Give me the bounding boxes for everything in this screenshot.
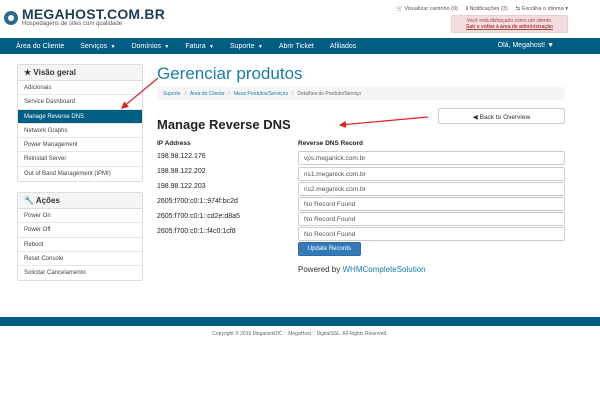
nav-item-domains[interactable]: Domínios ▼ <box>131 43 169 50</box>
notifications-link[interactable]: ℹ Notificações (3) <box>466 6 508 12</box>
action-request-cancellation[interactable]: Solicitar Cancelamento <box>18 266 142 280</box>
reverse-dns-input[interactable]: No Record Found <box>298 227 565 241</box>
breadcrumb: Suporte / Área do Cliente / Meus Produtos/Se… <box>157 87 565 100</box>
ip-address: 198.98.122.176 <box>157 153 206 160</box>
chevron-down-icon: ▼ <box>545 42 554 49</box>
sidebar-item-network-graphs[interactable]: Network Graphs <box>18 124 142 139</box>
sidebar-item-reinstall-server[interactable]: Reinstall Server <box>18 152 142 167</box>
nav-item-open-ticket[interactable]: Abrir Ticket <box>279 43 314 50</box>
action-power-on[interactable]: Power On <box>18 209 142 224</box>
reverse-dns-input[interactable]: No Record Found <box>298 212 565 226</box>
main-navbar: Área do Cliente Serviços ▼ Domínios ▼ Fa… <box>0 38 600 54</box>
overview-panel: ★ Visão geral Adicionais Service Dashboa… <box>17 64 143 183</box>
reverse-dns-input[interactable]: vps.meganick.com.br <box>298 151 565 165</box>
logo-icon <box>4 11 18 25</box>
chevron-down-icon: ▼ <box>109 43 116 50</box>
user-menu[interactable]: Olá, Megahost! ▼ <box>498 42 554 49</box>
logo-subtitle: Hospedagens de sites com qualidade <box>22 21 123 27</box>
ip-address: 198.98.122.203 <box>157 183 206 190</box>
page-title: Gerenciar produtos <box>157 64 303 83</box>
section-title: Manage Reverse DNS <box>157 117 291 132</box>
chevron-down-icon: ▼ <box>207 43 214 50</box>
nav-item-billing[interactable]: Fatura ▼ <box>185 43 214 50</box>
top-links: 🛒 Visualizar carrinho (0) ℹ Notificações… <box>396 6 568 12</box>
language-icon: ⇆ <box>515 6 521 12</box>
logo[interactable]: MEGAHOST.COM.BR Hospedagens de sites com… <box>4 6 165 28</box>
actions-panel-heading: 🔧 Ações <box>18 193 142 209</box>
reverse-dns-input[interactable]: ns1.meganick.com.br <box>298 167 565 181</box>
impersonation-alert: Você está disfarçado como um cliente. Sa… <box>451 15 568 33</box>
action-reset-console[interactable]: Reset Console <box>18 252 142 267</box>
overview-panel-heading: ★ Visão geral <box>18 65 142 81</box>
ip-address: 2605:f700:c0:1::974f:bc2d <box>157 198 238 205</box>
breadcrumb-current: Detalhes do Produto/Serviço <box>297 91 362 97</box>
cart-icon: 🛒 <box>396 6 403 12</box>
sidebar-item-ipmi[interactable]: Out of Band Management (IPMI) <box>18 167 142 181</box>
whmcs-link[interactable]: WHMCompleteSolution <box>342 265 425 274</box>
footer-bar <box>0 317 600 326</box>
ip-address: 2605:f700:c0:1::cd2e:d8a5 <box>157 213 240 220</box>
actions-panel: 🔧 Ações Power On Power Off Reboot Reset … <box>17 192 143 282</box>
breadcrumb-support[interactable]: Suporte <box>163 91 181 97</box>
sidebar-item-addons[interactable]: Adicionais <box>18 81 142 96</box>
chevron-down-icon: ▼ <box>163 43 170 50</box>
action-reboot[interactable]: Reboot <box>18 238 142 252</box>
ip-address: 2605:f700:c0:1::f4c0:1cf8 <box>157 228 236 235</box>
copyright-text: Copyright © 2016 MeganickIDC :: MegaHost… <box>212 331 388 337</box>
powered-by: Powered by WHMCompleteSolution <box>298 265 426 274</box>
return-admin-link[interactable]: Sair e voltar à área de administração <box>466 24 553 30</box>
language-link[interactable]: ⇆ Escolha o idioma ▾ <box>516 6 568 12</box>
sidebar-item-service-dashboard[interactable]: Service Dashboard <box>18 95 142 110</box>
annotation-arrow-title <box>338 116 429 129</box>
nav-item-support[interactable]: Suporte ▼ <box>230 43 263 50</box>
nav-item-services[interactable]: Serviços ▼ <box>80 43 115 50</box>
nav-item-client-area[interactable]: Área do Cliente <box>16 43 64 50</box>
arrow-left-circle-icon: ◀ <box>472 114 478 121</box>
reverse-dns-input[interactable]: ns2.meganick.com.br <box>298 182 565 196</box>
ip-column-header: IP Address <box>157 140 191 147</box>
reverse-dns-input[interactable]: No Record Found <box>298 197 565 211</box>
breadcrumb-my-products[interactable]: Meus Produtos/Serviços <box>234 91 288 97</box>
logo-title: MEGAHOST.COM.BR <box>22 6 165 22</box>
nav-item-affiliates[interactable]: Afiliados <box>330 43 356 50</box>
info-icon: ℹ <box>465 6 468 12</box>
top-header: MEGAHOST.COM.BR Hospedagens de sites com… <box>0 0 600 38</box>
back-to-overview-button[interactable]: ◀ Back to Overview <box>438 108 565 124</box>
dns-column-header: Reverse DNS Record <box>298 140 364 147</box>
wrench-icon: 🔧 <box>24 196 34 205</box>
sidebar-item-power-management[interactable]: Power Management <box>18 138 142 153</box>
breadcrumb-client-area[interactable]: Área do Cliente <box>190 91 224 97</box>
sidebar-item-manage-reverse-dns[interactable]: Manage Reverse DNS <box>18 109 142 124</box>
star-icon: ★ <box>24 68 32 77</box>
action-power-off[interactable]: Power Off <box>18 223 142 238</box>
cart-link[interactable]: 🛒 Visualizar carrinho (0) <box>396 6 458 12</box>
chevron-down-icon: ▼ <box>256 43 263 50</box>
update-records-button[interactable]: Update Records <box>298 242 361 256</box>
ip-address: 198.98.122.202 <box>157 168 206 175</box>
